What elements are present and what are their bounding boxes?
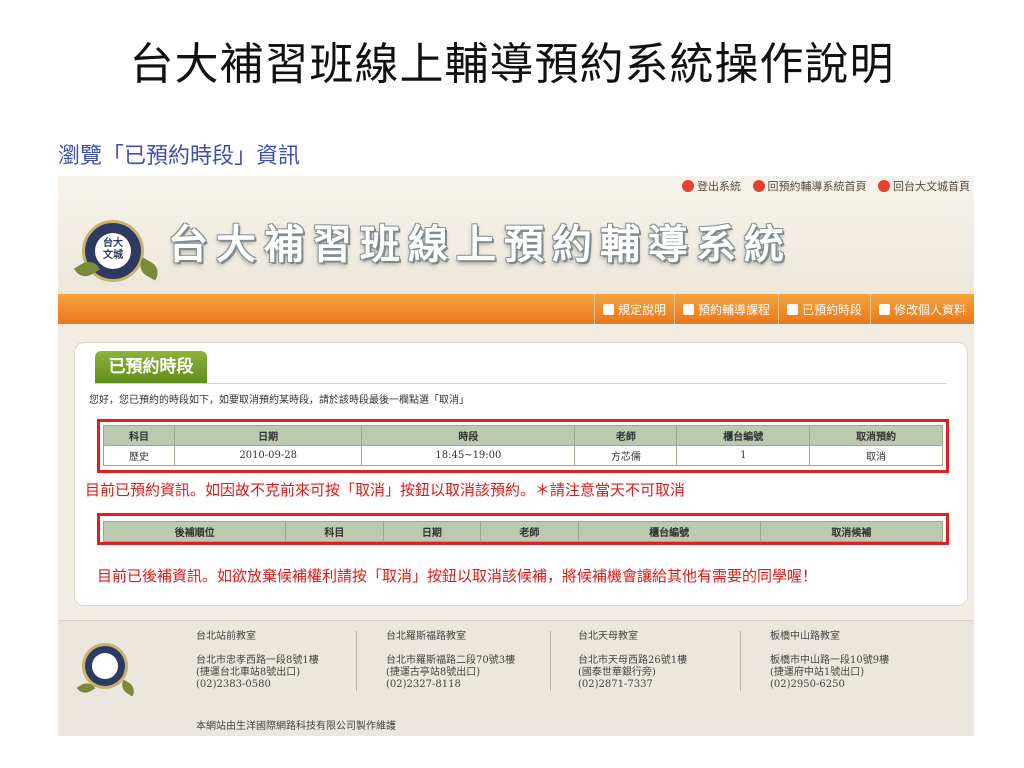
branch-name: 台北羅斯福路教室 bbox=[386, 631, 466, 642]
col-teacher: 老師 bbox=[574, 425, 678, 446]
site-credit: 本網站由生洋國際網路科技有限公司製作維護 bbox=[196, 721, 396, 732]
col-subject: 科目 bbox=[102, 425, 176, 446]
branch-transit: (國泰世華銀行旁) bbox=[578, 667, 656, 678]
branch-name: 台北天母教室 bbox=[578, 631, 638, 642]
col-teacher: 老師 bbox=[480, 521, 579, 542]
site-title: 台大補習班線上預約輔導系統 bbox=[168, 222, 792, 268]
branch-tianmu: 台北天母教室 台北市天母西路26號1樓 (國泰世華銀行旁) (02)2871-7… bbox=[578, 631, 758, 691]
branch-address: 台北市忠孝西路一段8號1樓 bbox=[196, 655, 319, 666]
rules-icon bbox=[602, 303, 614, 315]
table-header-row: 科目 日期 時段 老師 櫃台編號 取消預約 bbox=[102, 425, 943, 446]
panel-title: 已預約時段 bbox=[95, 351, 207, 383]
logout-link[interactable]: 登出系統 bbox=[682, 178, 741, 194]
laurel-leaf-icon bbox=[118, 679, 138, 697]
booking-home-link[interactable]: 回預約輔導系統首頁 bbox=[752, 178, 867, 194]
table-row: 歷史 2010-09-28 18:45~19:00 方芯儒 1 取消 bbox=[102, 445, 943, 466]
home-icon bbox=[752, 180, 765, 192]
logo-text: 台大 文城 bbox=[95, 233, 131, 269]
slide-title: 台大補習班線上輔導預約系統操作說明 bbox=[129, 39, 895, 90]
col-waitlist-order: 後補順位 bbox=[102, 521, 287, 542]
content-panel: 已預約時段 您好，您已預約的時段如下，如要取消預約某時段，請於該時段最後一欄點選… bbox=[74, 342, 968, 606]
booked-icon bbox=[786, 303, 798, 315]
branch-address: 台北市天母西路26號1樓 bbox=[578, 655, 688, 666]
booking-home-label: 回預約輔導系統首頁 bbox=[767, 180, 867, 193]
divider bbox=[740, 631, 741, 691]
waitlist-note: 目前已後補資訊。如欲放棄候補權利請按「取消」按鈕以取消該候補，將候補機會讓給其他… bbox=[97, 567, 818, 585]
branch-name: 台北站前教室 bbox=[196, 631, 256, 642]
col-date: 日期 bbox=[382, 521, 482, 542]
nav-booked-slots[interactable]: 已預約時段 bbox=[777, 294, 870, 324]
col-date: 日期 bbox=[174, 425, 363, 446]
col-counter: 櫃台編號 bbox=[676, 425, 811, 446]
nav-edit-profile[interactable]: 修改個人資料 bbox=[869, 294, 974, 324]
cell-subject: 歷史 bbox=[102, 445, 176, 466]
col-time: 時段 bbox=[361, 425, 576, 446]
col-cancel: 取消預約 bbox=[809, 425, 943, 446]
branch-transit: (捷運古亭站8號出口) bbox=[386, 667, 481, 678]
course-icon bbox=[682, 303, 694, 315]
divider bbox=[356, 631, 357, 691]
branch-phone: (02)2383-0580 bbox=[196, 679, 271, 690]
site-footer: 台北站前教室 台北市忠孝西路一段8號1樓 (捷運台北車站8號出口) (02)23… bbox=[58, 620, 974, 736]
waitlist-table: 後補順位 科目 日期 老師 櫃台編號 取消候補 bbox=[102, 521, 944, 542]
table-header-row: 後補順位 科目 日期 老師 櫃台編號 取消候補 bbox=[102, 521, 944, 542]
divider bbox=[95, 383, 947, 384]
booked-note: 目前已預約資訊。如因故不克前來可按「取消」按鈕以取消該預約。＊請注意當天不可取消 bbox=[85, 481, 686, 499]
school-home-label: 回台大文城首頁 bbox=[893, 180, 970, 193]
logout-icon bbox=[682, 180, 694, 192]
branch-roosevelt: 台北羅斯福路教室 台北市羅斯福路二段70號3樓 (捷運古亭站8號出口) (02)… bbox=[386, 631, 566, 691]
nav-rules[interactable]: 規定說明 bbox=[593, 294, 674, 324]
site-header: 登出系統 回預約輔導系統首頁 回台大文城首頁 台大 文城 台大補習班線上預約輔導系… bbox=[58, 176, 974, 294]
nav-rules-label: 規定說明 bbox=[617, 302, 666, 317]
booked-table: 科目 日期 時段 老師 櫃台編號 取消預約 歷史 2010-09-28 18:4… bbox=[102, 425, 943, 466]
notice-text: 您好，您已預約的時段如下，如要取消預約某時段，請於該時段最後一欄點選「取消」 bbox=[89, 395, 469, 406]
nav-edit-profile-label: 修改個人資料 bbox=[893, 302, 966, 317]
cell-counter: 1 bbox=[676, 445, 811, 466]
col-counter: 櫃台編號 bbox=[577, 521, 761, 542]
divider bbox=[550, 631, 551, 691]
branch-address: 台北市羅斯福路二段70號3樓 bbox=[386, 655, 516, 666]
nav-book-course[interactable]: 預約輔導課程 bbox=[673, 294, 778, 324]
col-cancel-waitlist: 取消候補 bbox=[759, 521, 944, 542]
slide-subtitle: 瀏覽「已預約時段」資訊 bbox=[58, 144, 301, 169]
laurel-leaf-icon bbox=[135, 257, 163, 281]
main-nav: 規定說明 預約輔導課程 已預約時段 修改個人資料 bbox=[58, 294, 974, 324]
logout-label: 登出系統 bbox=[697, 180, 741, 193]
cancel-booking-link[interactable]: 取消 bbox=[809, 445, 943, 466]
home-icon bbox=[878, 180, 890, 192]
col-subject: 科目 bbox=[285, 521, 384, 542]
branch-banqiao: 板橋中山路教室 板橋市中山路一段10號9樓 (捷運府中站1號出口) (02)29… bbox=[770, 631, 950, 691]
branch-transit: (捷運台北車站8號出口) bbox=[196, 667, 301, 678]
cell-date: 2010-09-28 bbox=[174, 445, 363, 466]
profile-icon bbox=[878, 303, 890, 315]
branch-zhanqian: 台北站前教室 台北市忠孝西路一段8號1樓 (捷運台北車站8號出口) (02)23… bbox=[196, 631, 376, 691]
top-links: 登出系統 回預約輔導系統首頁 回台大文城首頁 bbox=[674, 178, 970, 195]
branch-address: 板橋市中山路一段10號9樓 bbox=[770, 655, 890, 666]
branch-transit: (捷運府中站1號出口) bbox=[770, 667, 865, 678]
school-home-link[interactable]: 回台大文城首頁 bbox=[878, 178, 970, 194]
branch-phone: (02)2327-8118 bbox=[386, 679, 461, 690]
cell-teacher: 方芯儒 bbox=[574, 445, 678, 466]
nav-book-course-label: 預約輔導課程 bbox=[697, 302, 770, 317]
browser-screenshot: 登出系統 回預約輔導系統首頁 回台大文城首頁 台大 文城 台大補習班線上預約輔導系… bbox=[58, 176, 974, 736]
cell-time: 18:45~19:00 bbox=[361, 445, 576, 466]
branch-name: 板橋中山路教室 bbox=[770, 631, 840, 642]
branch-phone: (02)2871-7337 bbox=[578, 679, 653, 690]
branch-phone: (02)2950-6250 bbox=[770, 679, 845, 690]
nav-booked-slots-label: 已預約時段 bbox=[801, 302, 862, 317]
